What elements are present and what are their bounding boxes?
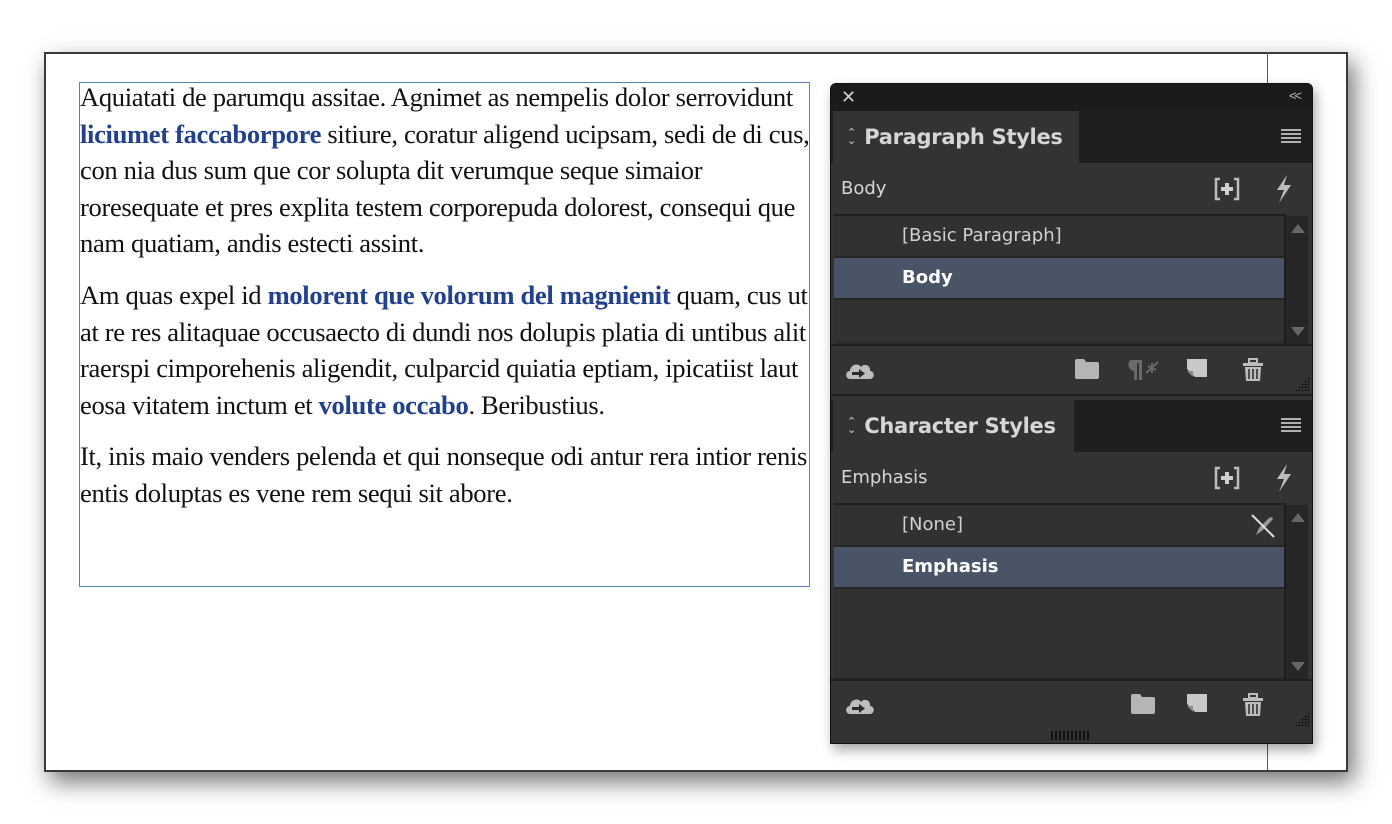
paragraph-styles-footer <box>831 344 1312 396</box>
current-style-label: Body <box>841 178 887 199</box>
emphasis-run: molorent que volorum del magnienit <box>267 279 671 310</box>
emphasis-run: volute occabo <box>318 389 469 420</box>
character-styles-section: ⌃ ⌄ Character Styles Emphasis [None] Emp… <box>831 400 1312 731</box>
paragraph-styles-section: ⌃ ⌄ Paragraph Styles Body [Basic Paragrap… <box>831 111 1312 396</box>
style-name: [Basic Paragraph] <box>902 225 1062 246</box>
quick-apply-icon[interactable] <box>1273 174 1295 204</box>
folder-icon[interactable] <box>1074 358 1100 380</box>
cloud-library-icon[interactable] <box>844 693 876 717</box>
list-empty-area <box>834 300 1286 342</box>
tab-paragraph-styles[interactable]: ⌃ ⌄ Paragraph Styles <box>833 111 1079 163</box>
resize-ribs-icon[interactable] <box>1051 731 1091 740</box>
paragraph-2: Am quas expel id molorent que volorum de… <box>80 277 816 423</box>
text-run: Am quas expel id <box>80 279 268 310</box>
paragraph-styles-list: [Basic Paragraph] Body <box>834 214 1286 344</box>
scrollbar[interactable] <box>1284 216 1308 344</box>
text-run: Aquiatati de parumqu assitae. Agnimet as… <box>80 82 793 112</box>
style-name: Emphasis <box>902 556 999 577</box>
emphasis-run: liciumet faccaborpore <box>80 118 322 149</box>
current-paragraph-style-row: Body <box>831 163 1312 214</box>
panel-menu-icon[interactable] <box>1281 129 1301 143</box>
style-name: Body <box>902 267 953 288</box>
delete-icon[interactable] <box>1241 693 1265 717</box>
folder-icon[interactable] <box>1130 693 1156 715</box>
create-style-group-icon[interactable] <box>1213 177 1241 201</box>
collapse-panel-icon[interactable]: << <box>1289 88 1302 103</box>
list-item[interactable]: Body <box>834 258 1286 300</box>
text-run: . Beribustius. <box>468 389 605 420</box>
tab-label: Paragraph Styles <box>864 125 1063 149</box>
styles-panel: ✕ << ⌃ ⌄ Paragraph Styles Body [Basic Par… <box>830 83 1313 744</box>
paragraph-1: Aquiatati de parumqu assitae. Agnimet as… <box>80 79 816 262</box>
character-styles-list: [None] Emphasis <box>834 503 1286 679</box>
scrollbar[interactable] <box>1284 505 1308 679</box>
character-styles-tabbar: ⌃ ⌄ Character Styles <box>831 400 1312 452</box>
new-style-icon[interactable] <box>1186 358 1208 380</box>
list-item[interactable]: Emphasis <box>834 547 1286 589</box>
tab-label: Character Styles <box>864 414 1056 438</box>
current-character-style-row: Emphasis <box>831 452 1312 503</box>
expand-collapse-icon[interactable]: ⌃ ⌄ <box>847 417 856 436</box>
character-styles-footer <box>831 679 1312 731</box>
paragraph-3: It, inis maio venders pelenda et qui non… <box>80 438 816 511</box>
panel-resize-handle[interactable] <box>831 729 1312 743</box>
create-style-group-icon[interactable] <box>1213 466 1241 490</box>
tab-character-styles[interactable]: ⌃ ⌄ Character Styles <box>833 400 1074 452</box>
quick-apply-icon[interactable] <box>1273 463 1295 493</box>
style-name: [None] <box>902 514 964 535</box>
cloud-library-icon[interactable] <box>844 358 876 382</box>
current-style-label: Emphasis <box>841 467 928 488</box>
list-item[interactable]: [None] <box>834 505 1286 547</box>
resize-grip[interactable] <box>1295 712 1309 726</box>
text-run: It, inis maio venders pelenda et qui non… <box>80 441 807 508</box>
panel-menu-icon[interactable] <box>1281 418 1301 432</box>
scroll-up-arrow-icon[interactable] <box>1291 224 1305 233</box>
expand-collapse-icon[interactable]: ⌃ ⌄ <box>847 128 856 147</box>
resize-grip[interactable] <box>1295 377 1309 391</box>
story-text[interactable]: Aquiatati de parumqu assitae. Agnimet as… <box>80 79 816 527</box>
panel-titlebar[interactable]: ✕ << <box>831 84 1312 112</box>
scroll-down-arrow-icon[interactable] <box>1291 327 1305 336</box>
scroll-up-arrow-icon[interactable] <box>1291 513 1305 522</box>
list-item[interactable]: [Basic Paragraph] <box>834 216 1286 258</box>
list-empty-area <box>834 589 1286 677</box>
close-icon[interactable]: ✕ <box>841 87 856 108</box>
paragraph-styles-tabbar: ⌃ ⌄ Paragraph Styles <box>831 111 1312 163</box>
clear-overrides-icon[interactable] <box>1126 358 1160 382</box>
new-style-icon[interactable] <box>1186 693 1208 715</box>
scroll-down-arrow-icon[interactable] <box>1291 662 1305 671</box>
delete-icon[interactable] <box>1241 358 1265 382</box>
no-edit-pencil-icon <box>1251 514 1275 538</box>
